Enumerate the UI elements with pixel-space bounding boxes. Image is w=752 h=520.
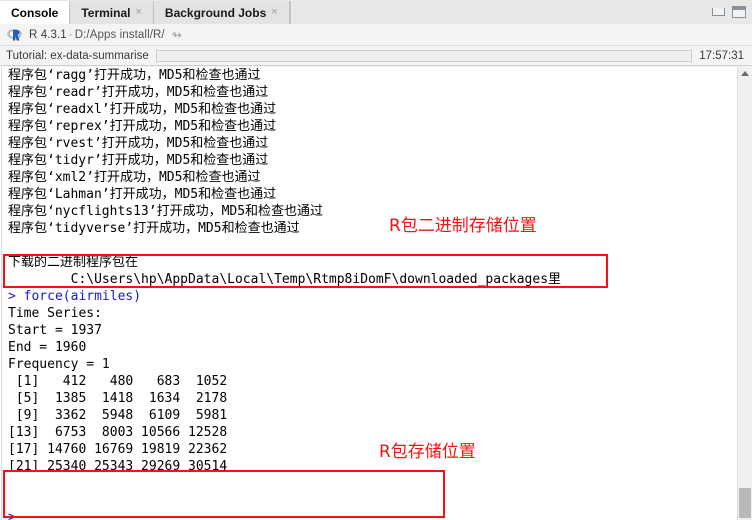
tab-console-label: Console bbox=[11, 5, 59, 20]
tab-strip-filler bbox=[289, 1, 752, 24]
console-line: [13] 6753 8003 10566 12528 bbox=[8, 425, 228, 440]
close-icon[interactable]: × bbox=[271, 6, 277, 19]
console-line: C:\Users\hp\AppData\Local\Temp\Rtmp8iDom… bbox=[8, 272, 562, 287]
scrollbar-thumb[interactable] bbox=[739, 488, 751, 518]
console-line: Start = 1937 bbox=[8, 323, 102, 338]
r-logo-icon bbox=[7, 28, 22, 41]
window-controls bbox=[712, 6, 746, 18]
console-line: [21] 25340 25343 29269 30514 bbox=[8, 459, 228, 474]
console-line: > bbox=[8, 510, 16, 520]
tab-terminal-label: Terminal bbox=[81, 5, 131, 20]
tab-strip: Console Terminal × Background Jobs × bbox=[0, 0, 752, 25]
version-text: R 4.3.1 · D:/Apps install/R/ bbox=[29, 29, 165, 41]
maximize-icon[interactable] bbox=[732, 6, 746, 18]
close-icon[interactable]: × bbox=[135, 6, 141, 19]
console-line: Frequency = 1 bbox=[8, 357, 110, 372]
rstudio-console-panel: Console Terminal × Background Jobs × R 4… bbox=[0, 0, 752, 520]
console-line: End = 1960 bbox=[8, 340, 87, 355]
annotation-label-library-paths: R包存储位置 bbox=[379, 442, 476, 462]
console-left-gutter bbox=[1, 67, 2, 520]
console-line: 程序包‘ragg’打开成功，MD5和检查也通过 bbox=[8, 68, 261, 83]
console-line: [1] 412 480 683 1052 bbox=[8, 374, 228, 389]
console-line: > force(airmiles) bbox=[8, 289, 142, 304]
tab-background-jobs-label: Background Jobs bbox=[164, 5, 267, 20]
console-line: 程序包‘tidyr’打开成功，MD5和检查也通过 bbox=[8, 153, 269, 168]
r-version: R 4.3.1 bbox=[29, 28, 67, 41]
console-line: 下载的二进制程序包在 bbox=[8, 255, 139, 270]
console-line: 程序包‘readxl’打开成功，MD5和检查也通过 bbox=[8, 102, 277, 117]
tab-background-jobs[interactable]: Background Jobs × bbox=[153, 1, 290, 24]
version-bar: R 4.3.1 · D:/Apps install/R/ ↬ bbox=[0, 24, 752, 46]
tab-terminal[interactable]: Terminal × bbox=[70, 1, 154, 24]
console-output[interactable]: 程序包‘ragg’打开成功，MD5和检查也通过 程序包‘readr’打开成功，MD… bbox=[0, 67, 752, 520]
tutorial-progress-bar[interactable] bbox=[155, 49, 693, 62]
working-directory[interactable]: D:/Apps install/R/ bbox=[75, 29, 165, 41]
version-separator: · bbox=[68, 28, 73, 41]
tutorial-time: 17:57:31 bbox=[699, 49, 744, 62]
console-line: [9] 3362 5948 6109 5981 bbox=[8, 408, 228, 423]
console-line: 程序包‘readr’打开成功，MD5和检查也通过 bbox=[8, 85, 269, 100]
console-line: 程序包‘xml2’打开成功，MD5和检查也通过 bbox=[8, 170, 261, 185]
tutorial-label: Tutorial: ex-data-summarise bbox=[6, 49, 149, 62]
console-line-list: 程序包‘ragg’打开成功，MD5和检查也通过 程序包‘readr’打开成功，MD… bbox=[8, 67, 561, 520]
console-line: 程序包‘rvest’打开成功，MD5和检查也通过 bbox=[8, 136, 269, 151]
console-line: 程序包‘reprex’打开成功，MD5和检查也通过 bbox=[8, 119, 277, 134]
console-line: 程序包‘Lahman’打开成功，MD5和检查也通过 bbox=[8, 187, 277, 202]
vertical-scrollbar[interactable] bbox=[737, 67, 752, 520]
annotation-label-binary-location: R包二进制存储位置 bbox=[389, 216, 537, 236]
console-line: Time Series: bbox=[8, 306, 102, 321]
console-line: [5] 1385 1418 1634 2178 bbox=[8, 391, 228, 406]
tab-console[interactable]: Console bbox=[0, 1, 71, 24]
open-directory-arrow-icon[interactable]: ↬ bbox=[172, 29, 182, 41]
console-line: [17] 14760 16769 19819 22362 bbox=[8, 442, 228, 457]
minimize-icon[interactable] bbox=[712, 8, 725, 16]
scroll-up-arrow-icon[interactable] bbox=[741, 71, 749, 76]
tutorial-bar: Tutorial: ex-data-summarise 17:57:31 bbox=[0, 46, 752, 66]
